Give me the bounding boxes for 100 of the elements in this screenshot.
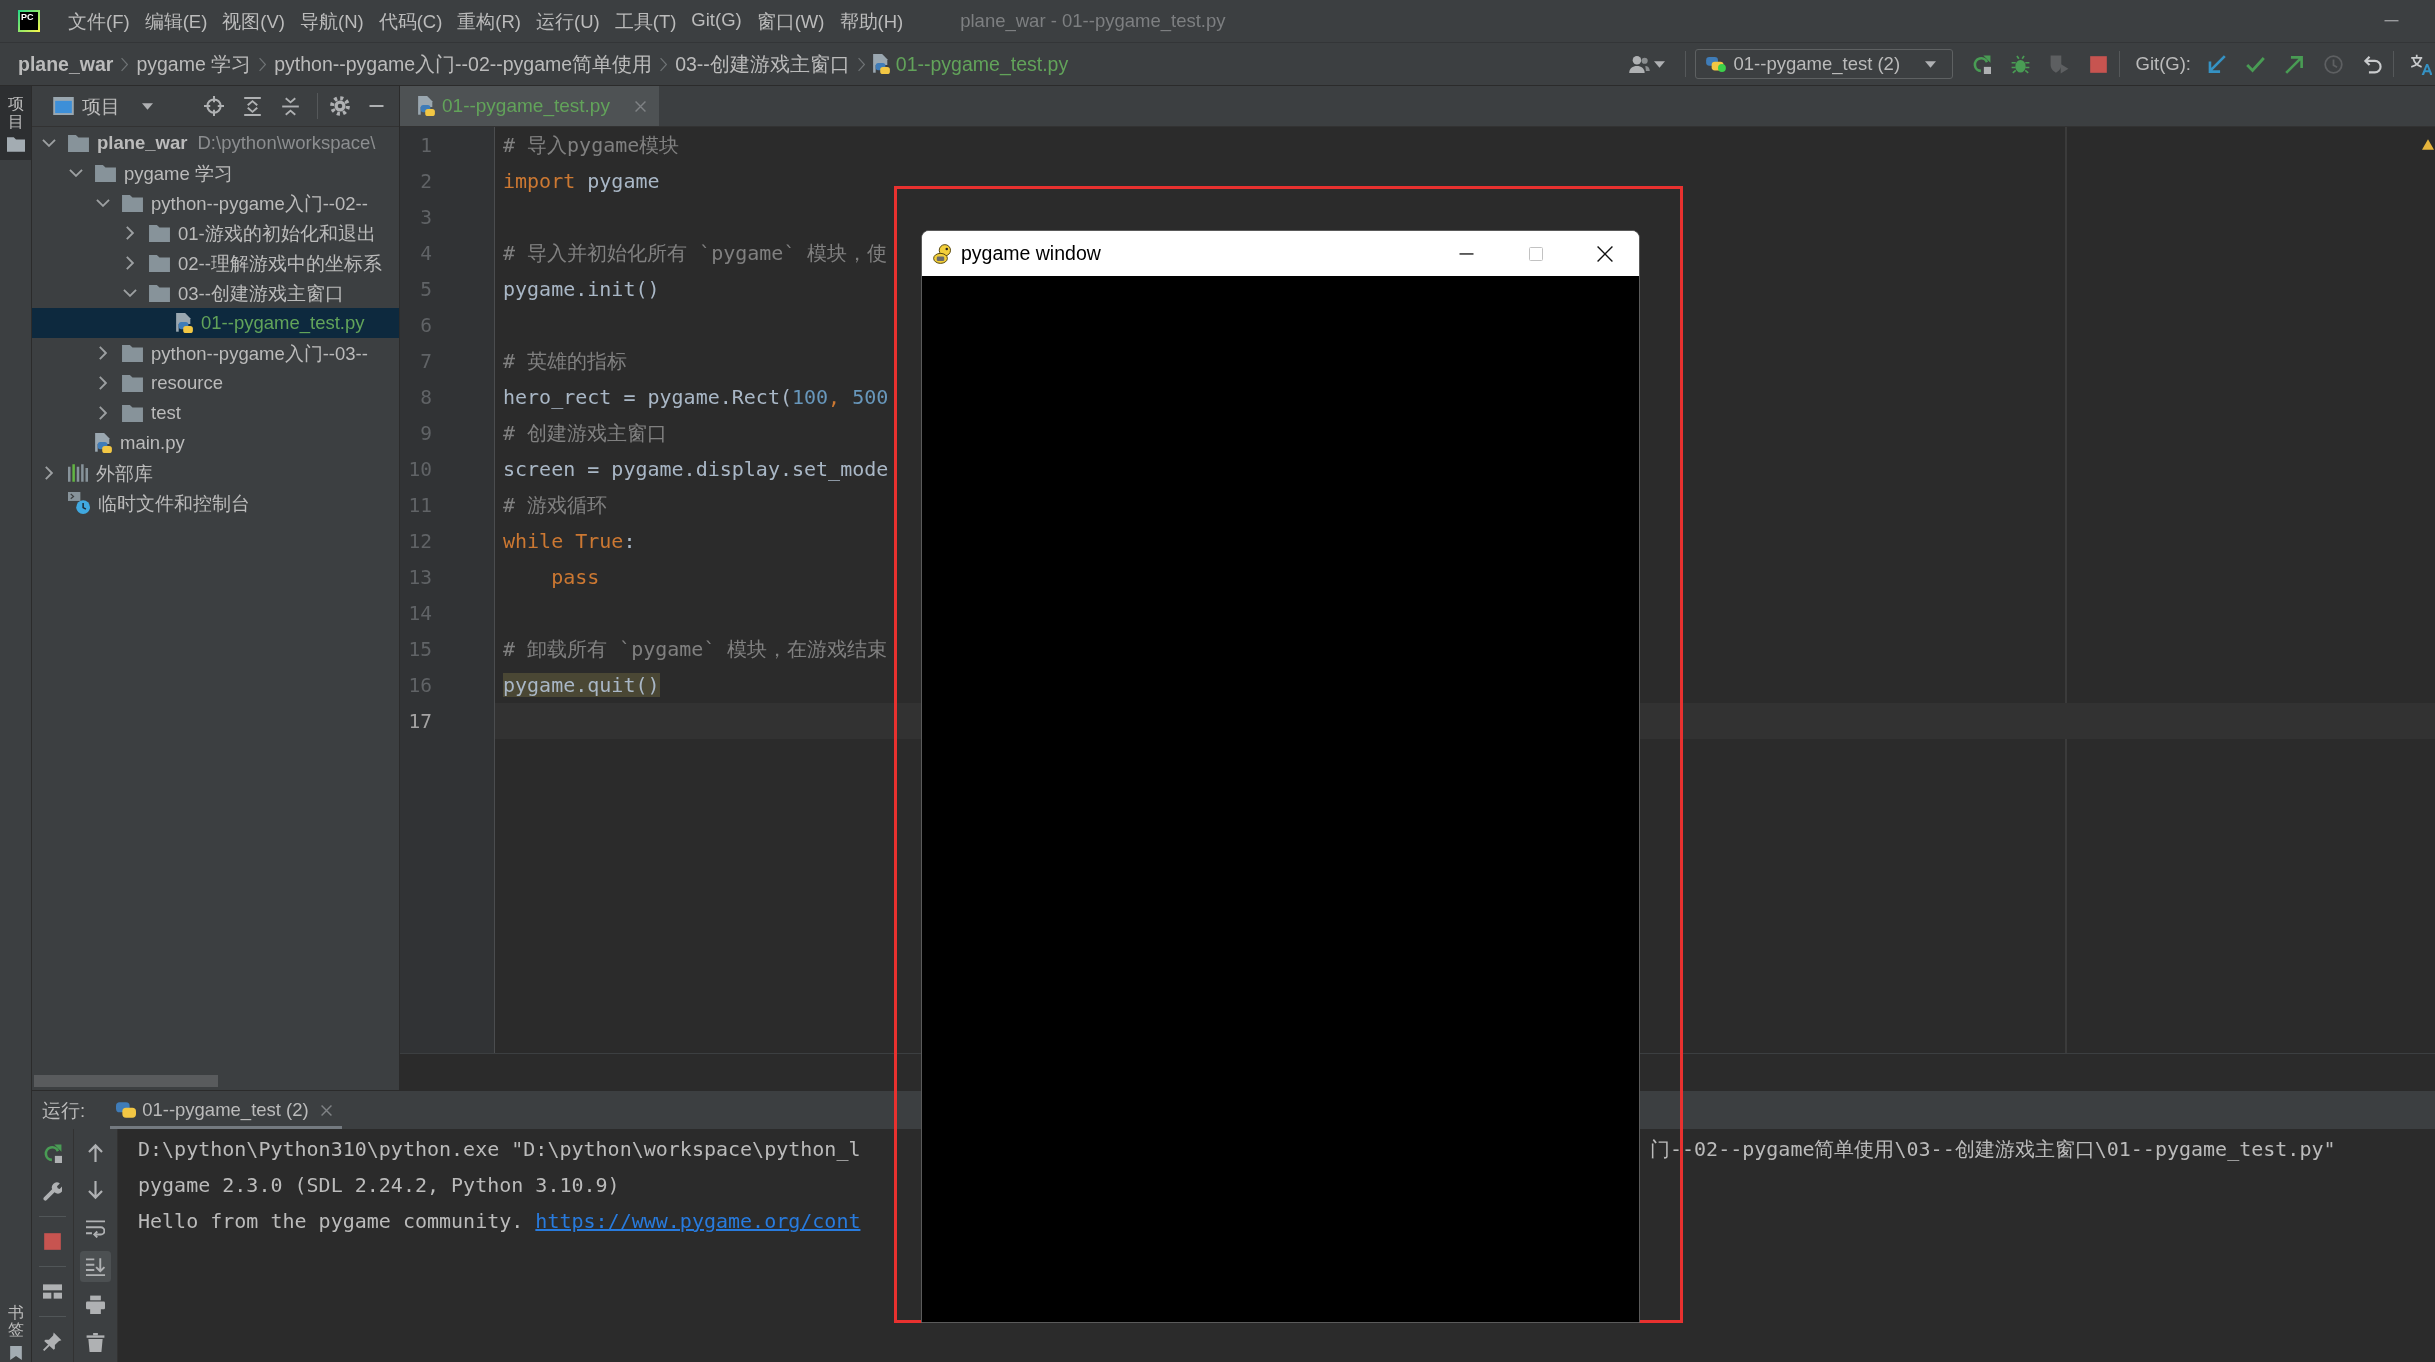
run-config-dropdown[interactable]: 01--pygame_test (2) bbox=[1694, 49, 1953, 79]
bookmark-icon bbox=[9, 1346, 22, 1360]
folder-icon bbox=[122, 404, 143, 422]
minimize-icon[interactable] bbox=[1459, 252, 1474, 255]
tree-item-label[interactable]: pygame 学习 bbox=[124, 160, 233, 186]
tree-item-label[interactable]: resource bbox=[151, 372, 223, 394]
menu-item[interactable]: 导航(N) bbox=[299, 8, 364, 34]
layout-icon[interactable] bbox=[43, 1281, 62, 1301]
chevron-right-icon[interactable] bbox=[99, 376, 107, 390]
folder-icon bbox=[122, 374, 143, 392]
tree-item-label[interactable]: python--pygame入门--02-- bbox=[151, 190, 368, 216]
tool-window-tab[interactable]: 项目 bbox=[0, 86, 31, 161]
printer-icon[interactable] bbox=[86, 1295, 105, 1315]
menu-item[interactable]: 视图(V) bbox=[222, 8, 285, 34]
chevron-right-icon bbox=[259, 56, 267, 72]
chevron-right-icon bbox=[857, 56, 865, 72]
chevron-down-icon[interactable] bbox=[69, 169, 83, 177]
code-line: while True: bbox=[503, 529, 636, 553]
rerun-icon[interactable] bbox=[1971, 54, 1991, 74]
breadcrumb-item[interactable]: 01--pygame_test.py bbox=[872, 52, 1069, 76]
tree-item-label[interactable]: main.py bbox=[120, 432, 185, 454]
breadcrumb-item[interactable]: python--pygame入门--02--pygame简单使用 bbox=[274, 50, 653, 78]
wrench-icon[interactable] bbox=[43, 1181, 62, 1201]
soft-wrap-icon[interactable] bbox=[86, 1218, 105, 1238]
breadcrumb-item[interactable]: 03--创建游戏主窗口 bbox=[675, 50, 850, 78]
python-file-icon bbox=[418, 96, 435, 116]
chevron-down-icon[interactable] bbox=[42, 139, 56, 147]
tree-item-label[interactable]: 02--理解游戏中的坐标系 bbox=[178, 250, 382, 276]
chevron-down-icon[interactable] bbox=[96, 199, 110, 207]
chevron-right-icon[interactable] bbox=[45, 466, 53, 480]
menu-item[interactable]: 帮助(H) bbox=[839, 8, 904, 34]
users-icon[interactable] bbox=[1628, 55, 1650, 73]
close-icon[interactable] bbox=[1596, 245, 1613, 262]
translate-icon[interactable] bbox=[2410, 53, 2432, 75]
horizontal-scrollbar[interactable] bbox=[34, 1075, 218, 1087]
chevron-right-icon bbox=[660, 56, 668, 72]
arrow-up-right-icon[interactable] bbox=[2285, 54, 2304, 74]
stop-icon[interactable] bbox=[2088, 54, 2108, 74]
tree-item-label[interactable]: test bbox=[151, 402, 181, 424]
code-line: pygame.init() bbox=[503, 277, 660, 301]
menu-item[interactable]: 文件(F) bbox=[68, 8, 130, 34]
code-line: hero_rect = pygame.Rect(100, 500 bbox=[503, 385, 889, 409]
arrow-up-icon[interactable] bbox=[86, 1142, 105, 1162]
menu-item[interactable]: Git(G) bbox=[691, 8, 742, 34]
trash-icon[interactable] bbox=[86, 1333, 105, 1353]
menu-item[interactable]: 编辑(E) bbox=[144, 8, 208, 34]
menu-item[interactable]: 运行(U) bbox=[536, 8, 600, 34]
expand-all-icon[interactable] bbox=[243, 96, 262, 116]
check-icon[interactable] bbox=[2246, 54, 2265, 74]
tree-item-label[interactable]: 01-游戏的初始化和退出 bbox=[178, 220, 376, 246]
selected-row[interactable]: 01--pygame_test.py bbox=[32, 308, 399, 338]
python-file-icon bbox=[872, 54, 890, 74]
folder-icon bbox=[122, 194, 143, 212]
python-file-icon bbox=[95, 433, 112, 453]
scroll-to-end-icon[interactable] bbox=[80, 1251, 111, 1283]
undo-icon[interactable] bbox=[2363, 54, 2382, 74]
arrow-down-left-icon[interactable] bbox=[2207, 54, 2226, 74]
chevron-right-icon[interactable] bbox=[99, 346, 107, 360]
crosshair-icon[interactable] bbox=[204, 96, 224, 116]
warning-icon bbox=[2422, 139, 2434, 150]
tool-window-tab[interactable]: 书签 bbox=[0, 1303, 31, 1362]
menu-item[interactable]: 重构(R) bbox=[457, 8, 522, 34]
chevron-right-icon[interactable] bbox=[99, 406, 107, 420]
console-link[interactable]: https://www.pygame.org/cont bbox=[535, 1209, 861, 1233]
code-line: pass bbox=[550, 565, 600, 589]
settings-icon[interactable] bbox=[330, 96, 350, 116]
chevron-right-icon bbox=[121, 56, 129, 72]
breadcrumb-item[interactable]: plane_war bbox=[18, 52, 114, 76]
pin-icon[interactable] bbox=[43, 1331, 62, 1351]
chevron-right-icon[interactable] bbox=[126, 226, 134, 240]
project-view-selector[interactable]: 项目 bbox=[53, 93, 153, 119]
run-label: 运行: bbox=[42, 1098, 86, 1123]
menu-item[interactable]: 窗口(W) bbox=[756, 8, 825, 34]
collapse-all-icon[interactable] bbox=[281, 96, 300, 116]
tree-item-label[interactable]: plane_war bbox=[97, 132, 188, 154]
code-line: screen = pygame.display.set_mode bbox=[503, 457, 889, 481]
bug-icon[interactable] bbox=[2010, 54, 2030, 74]
stop-icon[interactable] bbox=[43, 1231, 62, 1251]
code-line: import pygame bbox=[503, 169, 660, 193]
caret-down-icon bbox=[142, 102, 153, 110]
console-line: D:\python\Python310\python.exe "D:\python\workspace\python_l bbox=[138, 1137, 861, 1161]
chevron-right-icon[interactable] bbox=[126, 256, 134, 270]
tree-item-label[interactable]: 03--创建游戏主窗口 bbox=[178, 280, 344, 306]
breadcrumb-item[interactable]: pygame 学习 bbox=[136, 50, 252, 78]
arrow-down-icon[interactable] bbox=[86, 1180, 105, 1200]
tree-item-label[interactable]: 临时文件和控制台 bbox=[98, 490, 250, 516]
minimize-icon[interactable] bbox=[2384, 20, 2399, 22]
code-line: # 导入并初始化所有 `pygame` 模块，使 bbox=[503, 239, 888, 267]
tree-item-label[interactable]: python--pygame入门--03-- bbox=[151, 340, 368, 366]
menu-item[interactable]: 工具(T) bbox=[614, 8, 677, 34]
console-line: Hello from the pygame community. https://www.pygame.org/cont bbox=[138, 1209, 861, 1233]
code-line: # 创建游戏主窗口 bbox=[503, 419, 668, 447]
rerun-icon[interactable] bbox=[43, 1143, 62, 1163]
tree-item-label[interactable]: 01--pygame_test.py bbox=[201, 312, 365, 334]
chevron-down-icon[interactable] bbox=[123, 289, 137, 297]
app-logo: PC bbox=[18, 10, 40, 32]
tree-item-label[interactable]: 外部库 bbox=[96, 460, 153, 486]
code-line: # 导入pygame模块 bbox=[503, 131, 680, 159]
python-logo-icon bbox=[1705, 56, 1726, 72]
menu-item[interactable]: 代码(C) bbox=[378, 8, 443, 34]
